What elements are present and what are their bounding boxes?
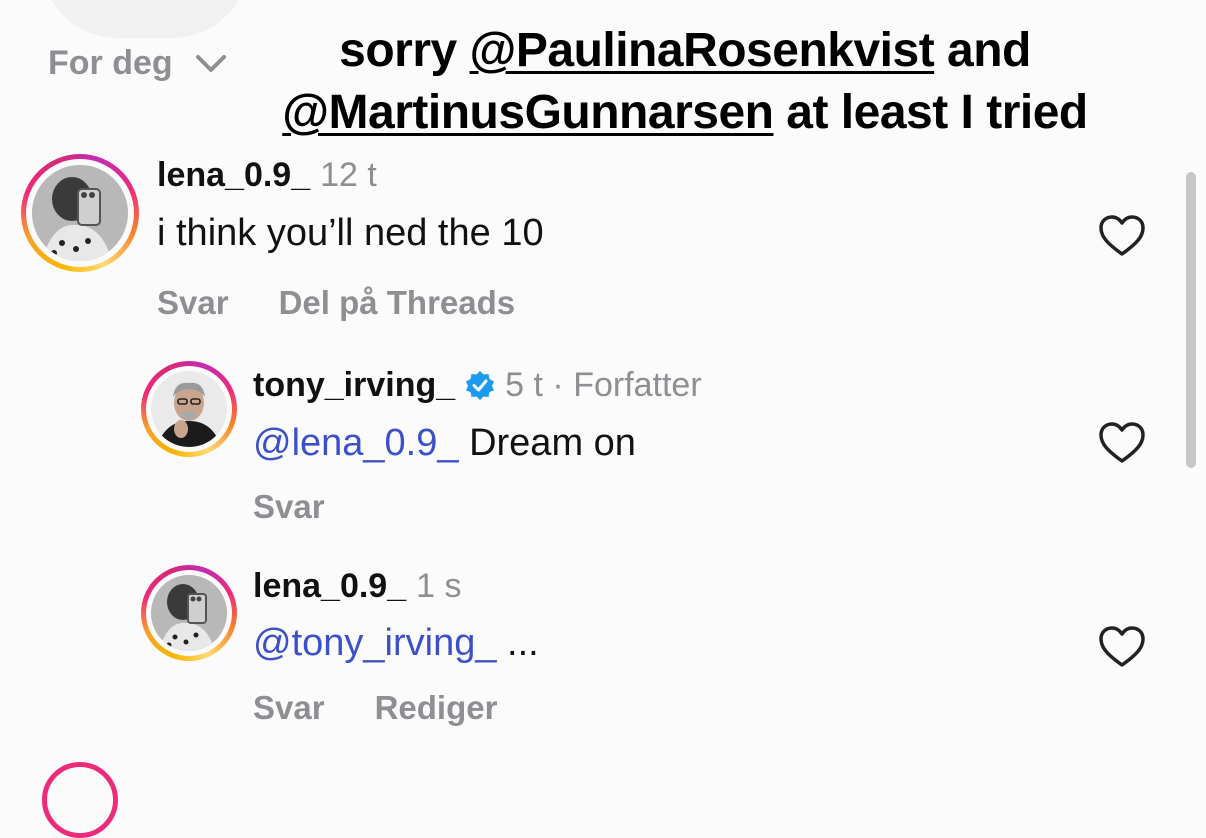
avatar bbox=[151, 575, 227, 651]
comment-time: 12 t bbox=[320, 156, 377, 194]
comment-time: 1 s bbox=[416, 567, 462, 605]
comment-username[interactable]: lena_0.9_ bbox=[253, 567, 406, 606]
avatar-story-ring[interactable] bbox=[21, 154, 139, 272]
video-caption-overlay: sorry @PaulinaRosenkvist and @MartinusGu… bbox=[282, 24, 1088, 139]
comment-text: ... bbox=[496, 622, 539, 664]
avatar bbox=[32, 165, 128, 261]
feed-filter-label: For deg bbox=[48, 44, 173, 82]
share-to-threads-button[interactable]: Del på Threads bbox=[279, 284, 516, 322]
comment-text: Dream on bbox=[458, 422, 636, 464]
feed-filter-dropdown[interactable]: For deg bbox=[48, 44, 227, 83]
edit-button[interactable]: Rediger bbox=[375, 689, 498, 727]
chevron-down-icon bbox=[195, 54, 226, 72]
caption-mention[interactable]: @MartinusGunnarsen bbox=[282, 86, 774, 139]
heart-outline-icon[interactable] bbox=[1098, 421, 1146, 465]
comment-mention[interactable]: @tony_irving_ bbox=[253, 622, 496, 664]
scrollbar[interactable] bbox=[1186, 172, 1196, 468]
comment-time: 5 t · Forfatter bbox=[505, 366, 702, 404]
next-comment-avatar[interactable] bbox=[42, 762, 118, 838]
avatar-story-ring[interactable] bbox=[141, 361, 237, 457]
comment-mention[interactable]: @lena_0.9_ bbox=[253, 422, 459, 464]
caption-mention[interactable]: @PaulinaRosenkvist bbox=[470, 24, 935, 77]
reply-button[interactable]: Svar bbox=[157, 284, 229, 322]
reply-button[interactable]: Svar bbox=[253, 488, 325, 526]
comment-username[interactable]: tony_irving_ bbox=[253, 366, 455, 405]
avatar-story-ring[interactable] bbox=[141, 565, 237, 661]
heart-outline-icon[interactable] bbox=[1098, 214, 1146, 258]
comment-username[interactable]: lena_0.9_ bbox=[157, 156, 310, 195]
reply-button[interactable]: Svar bbox=[253, 689, 325, 727]
heart-outline-icon[interactable] bbox=[1098, 625, 1146, 669]
avatar bbox=[151, 371, 227, 447]
comment-text: i think you’ll ned the 10 bbox=[157, 212, 544, 254]
previous-content-edge bbox=[40, 0, 250, 38]
verified-badge-icon bbox=[466, 371, 495, 400]
